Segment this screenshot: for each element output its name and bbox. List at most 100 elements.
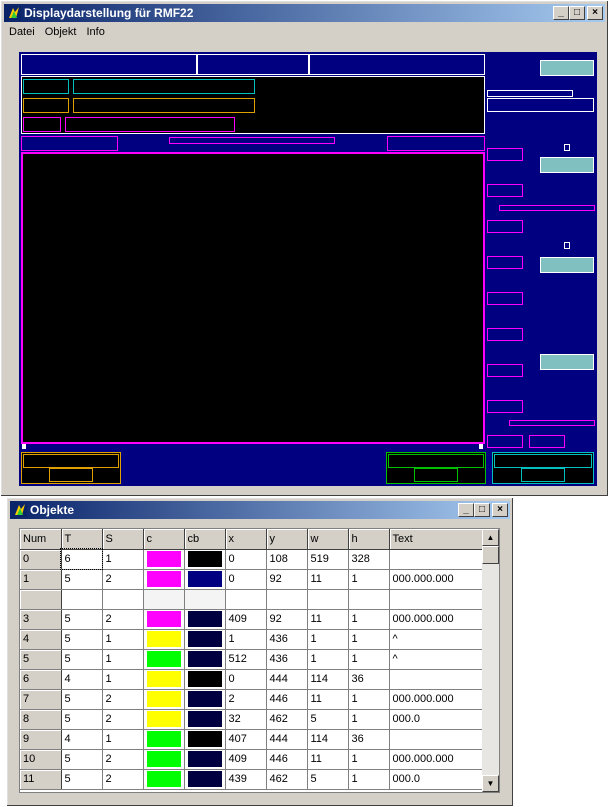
w-cell[interactable]: 519 [307, 549, 349, 570]
row-number-cell[interactable] [20, 589, 62, 610]
w-cell[interactable]: 114 [307, 669, 349, 690]
text-cell[interactable]: 000.0 [389, 769, 484, 790]
x-cell[interactable]: 512 [225, 649, 267, 670]
maximize-button[interactable]: □ [569, 6, 585, 20]
w-cell[interactable]: 5 [307, 769, 349, 790]
row-number-cell[interactable]: 11 [20, 769, 62, 790]
s-cell[interactable]: 2 [102, 709, 144, 730]
vertical-scrollbar[interactable]: ▲ ▼ [482, 529, 499, 792]
color-cell[interactable] [143, 569, 185, 590]
color-cell[interactable] [143, 709, 185, 730]
col-header-x[interactable]: x [225, 529, 267, 550]
y-cell[interactable] [266, 589, 308, 610]
x-cell[interactable]: 407 [225, 729, 267, 750]
x-cell[interactable]: 1 [225, 629, 267, 650]
s-cell[interactable] [102, 589, 144, 610]
s-cell[interactable]: 1 [102, 669, 144, 690]
t-cell[interactable]: 4 [61, 669, 103, 690]
s-cell[interactable]: 2 [102, 609, 144, 630]
h-cell[interactable]: 1 [348, 649, 390, 670]
color-cell[interactable] [143, 609, 185, 630]
s-cell[interactable]: 2 [102, 769, 144, 790]
s-cell[interactable]: 2 [102, 749, 144, 770]
table-row[interactable]: 11 5 2 439 462 5 1 000.0 [20, 769, 484, 790]
y-cell[interactable]: 108 [266, 549, 308, 570]
objects-grid[interactable]: Num T S c cb x y w h Text 0 6 1 0 108 519 328 1… [19, 528, 500, 793]
text-cell[interactable]: 000.000.000 [389, 749, 484, 770]
x-cell[interactable]: 0 [225, 549, 267, 570]
right-magenta-bar-low[interactable] [509, 420, 595, 426]
info-cyan-long[interactable] [73, 79, 255, 94]
table-row[interactable]: 5 5 1 512 436 1 1 ^ [20, 649, 484, 670]
background-color-cell[interactable] [184, 669, 226, 690]
x-cell[interactable]: 409 [225, 609, 267, 630]
close-button[interactable]: × [587, 6, 603, 20]
row-number-cell[interactable]: 5 [20, 649, 62, 670]
header-segment-right[interactable] [309, 54, 485, 75]
main-display-area[interactable] [21, 152, 485, 444]
col-header-h[interactable]: h [348, 529, 390, 550]
row-number-cell[interactable]: 10 [20, 749, 62, 770]
x-cell[interactable]: 409 [225, 749, 267, 770]
h-cell[interactable]: 328 [348, 549, 390, 570]
color-cell[interactable] [143, 689, 185, 710]
marker-left[interactable] [22, 444, 26, 449]
x-cell[interactable]: 0 [225, 569, 267, 590]
main-title-bar[interactable]: Displaydarstellung für RMF22 _ □ × [4, 4, 605, 22]
h-cell[interactable]: 1 [348, 629, 390, 650]
s-cell[interactable]: 1 [102, 729, 144, 750]
table-row[interactable]: 6 4 1 0 444 114 36 [20, 669, 484, 690]
y-cell[interactable]: 462 [266, 709, 308, 730]
table-row[interactable]: 9 4 1 407 444 114 36 [20, 729, 484, 750]
bottom-yellow-top-bar[interactable] [23, 454, 119, 468]
t-cell[interactable]: 5 [61, 709, 103, 730]
right-magenta-bar-long[interactable] [499, 205, 595, 211]
h-cell[interactable]: 1 [348, 749, 390, 770]
status-segment-right[interactable] [387, 136, 485, 151]
t-cell[interactable] [61, 589, 103, 610]
color-cell[interactable] [143, 769, 185, 790]
right-magenta-box-9[interactable] [487, 435, 523, 448]
w-cell[interactable]: 1 [307, 629, 349, 650]
s-cell[interactable]: 1 [102, 549, 144, 570]
color-cell[interactable] [143, 629, 185, 650]
scroll-thumb[interactable] [482, 546, 499, 564]
background-color-cell[interactable] [184, 709, 226, 730]
info-cyan-small[interactable] [23, 79, 69, 94]
s-cell[interactable]: 2 [102, 569, 144, 590]
w-cell[interactable] [307, 589, 349, 610]
text-cell[interactable]: ^ [389, 649, 484, 670]
right-magenta-box-7[interactable] [487, 364, 523, 377]
h-cell[interactable]: 1 [348, 769, 390, 790]
bottom-green-inner[interactable] [414, 468, 458, 482]
col-header-c[interactable]: c [143, 529, 185, 550]
y-cell[interactable]: 92 [266, 609, 308, 630]
h-cell[interactable]: 36 [348, 729, 390, 750]
x-cell[interactable]: 439 [225, 769, 267, 790]
scroll-down-button[interactable]: ▼ [482, 775, 499, 792]
background-color-cell[interactable] [184, 769, 226, 790]
right-magenta-box-8[interactable] [487, 400, 523, 413]
text-cell[interactable] [389, 589, 484, 610]
row-number-cell[interactable]: 1 [20, 569, 62, 590]
h-cell[interactable]: 1 [348, 609, 390, 630]
t-cell[interactable]: 5 [61, 769, 103, 790]
t-cell[interactable]: 6 [60, 548, 103, 570]
right-teal-box-2[interactable] [540, 157, 594, 173]
w-cell[interactable]: 114 [307, 729, 349, 750]
row-number-cell[interactable]: 8 [20, 709, 62, 730]
info-magenta-long[interactable] [65, 117, 235, 132]
text-cell[interactable]: 000.000.000 [389, 569, 484, 590]
table-row[interactable]: 8 5 2 32 462 5 1 000.0 [20, 709, 484, 730]
info-orange-long[interactable] [73, 98, 255, 113]
t-cell[interactable]: 5 [61, 609, 103, 630]
w-cell[interactable]: 1 [307, 649, 349, 670]
text-cell[interactable]: 000.0 [389, 709, 484, 730]
right-teal-box-3[interactable] [540, 257, 594, 273]
menu-info[interactable]: Info [81, 26, 109, 38]
status-segment-center[interactable] [169, 137, 335, 144]
text-cell[interactable]: 000.000.000 [389, 609, 484, 630]
info-magenta-small[interactable] [23, 117, 61, 132]
background-color-cell[interactable] [184, 729, 226, 750]
right-top-teal-box[interactable] [540, 60, 594, 76]
